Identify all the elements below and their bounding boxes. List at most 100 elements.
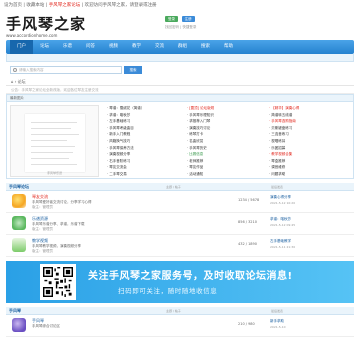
thread-link[interactable]: · 老师推荐 xyxy=(187,158,265,165)
forum-section-header: 手风琴论坛 主题 / 帖子 最后发表 xyxy=(6,183,354,191)
nav-item-help[interactable]: 帮助 xyxy=(217,40,240,54)
nav-item-scores[interactable]: 乐谱 xyxy=(56,40,79,54)
thread-link[interactable]: · 简谱转五线谱 xyxy=(269,112,359,119)
forum-stats: 210 / 980 xyxy=(238,322,255,326)
thread-link[interactable]: · 右手音阶练习 xyxy=(107,158,183,165)
header: 手风琴之家 www.accordionhome.com 登录 注册 找回密码 |… xyxy=(0,12,360,40)
topbar-welcome: | 欢迎访问手风琴之家，请登录或注册 xyxy=(80,3,157,8)
section-col-last: 最后发表 xyxy=(271,309,284,313)
section-col-stats: 主题 / 帖子 xyxy=(166,185,181,189)
forum-section-header-2: 手风琴 主题 / 帖子 最后发表 xyxy=(6,307,354,315)
image-caption: 手风琴乐谱 xyxy=(46,171,62,175)
sheet-music-image xyxy=(25,114,85,172)
thread-link[interactable]: · 贝斯键盘练习 xyxy=(269,125,359,132)
thread-link[interactable]: · 演奏视频分享 xyxy=(107,151,183,158)
hot-panel: 最新图片 手风琴乐谱 · 琴谱：雪绒花（简谱） · 求谱：喀秋莎 · 左手基础练… xyxy=(6,94,354,179)
nav-item-forum[interactable]: 论坛 xyxy=(33,40,56,54)
thread-link[interactable]: · 新手入门教程 xyxy=(107,131,183,138)
thread-link[interactable]: · 教学视频合集 xyxy=(269,151,359,158)
forum-last-time: 2021-5-11 21:30 xyxy=(270,245,296,249)
thread-link[interactable]: · 风箱换气技巧 xyxy=(107,138,183,145)
forum-grass-icon xyxy=(12,238,26,252)
search-button[interactable]: 搜索 xyxy=(124,66,142,74)
thread-link[interactable]: · 手风琴保养方法 xyxy=(107,145,183,152)
forum-row[interactable]: 琴友交流 手风琴爱好者交流讨论，分享学习心得 版主：管理员 1234 / 567… xyxy=(6,191,354,213)
nav-item-exchange[interactable]: 交流 xyxy=(148,40,171,54)
nav-item-portal[interactable]: 门户 xyxy=(10,40,33,54)
forum-stats: 856 / 3210 xyxy=(238,220,257,224)
forum-last-time: 2021-5-12 09:45 xyxy=(270,223,296,227)
thread-link[interactable]: · 调音维修 xyxy=(269,164,359,171)
forum-last-post[interactable]: 左手基础教学 xyxy=(270,239,291,244)
thread-link[interactable]: · 二手琴交易 xyxy=(107,171,183,178)
topbar-forum-link[interactable]: 手风琴之家论坛 xyxy=(49,3,81,8)
thread-link[interactable]: · 三连音练习 xyxy=(269,131,359,138)
forum-moderator[interactable]: 版主：管理员 xyxy=(32,227,53,232)
nav-item-groups[interactable]: 群组 xyxy=(171,40,194,54)
login-button[interactable]: 登录 xyxy=(165,16,178,22)
thread-link[interactable]: · 演奏技巧讨论 xyxy=(187,125,265,132)
wechat-banner[interactable]: 关注手风琴之家服务号，及时收取论坛消息! 扫码即可关注，随时随地收信息 xyxy=(6,261,354,303)
thread-link[interactable]: · 琴友交流会 xyxy=(107,164,183,171)
thread-link[interactable]: · 练琴打卡 xyxy=(187,131,265,138)
thread-link[interactable]: · 比赛信息 xyxy=(187,151,265,158)
thread-link[interactable]: · 乐团招募 xyxy=(269,145,359,152)
section-col-last: 最后发表 xyxy=(271,185,284,189)
thread-link[interactable]: · 【精华】演奏心得 xyxy=(269,105,359,112)
thread-link[interactable]: · 活动通知 xyxy=(187,171,265,178)
forum-moderator[interactable]: 版主：管理员 xyxy=(32,205,53,210)
thread-link[interactable]: · 手风琴考级曲目 xyxy=(107,125,183,132)
top-bar: 设为首页 | 收藏本站 | 手风琴之家论坛 | 欢迎访问手风琴之家，请登录或注册 xyxy=(0,0,360,12)
thread-link[interactable]: · 手风琴乐理知识 xyxy=(187,112,265,119)
featured-image[interactable]: 手风琴乐谱 xyxy=(10,105,99,177)
thread-link[interactable]: · 琴盒推荐 xyxy=(269,158,359,165)
search-input[interactable]: 请输入搜索内容 xyxy=(10,66,122,74)
section-title[interactable]: 手风琴论坛 xyxy=(9,184,29,190)
logo-title: 手风琴之家 xyxy=(6,15,87,33)
forum-moderator[interactable]: 版主：管理员 xyxy=(32,249,53,254)
topbar-links[interactable]: 设为首页 | 收藏本站 | xyxy=(4,3,49,8)
nav-item-qa[interactable]: 问答 xyxy=(79,40,102,54)
hot-header: 最新图片 xyxy=(10,96,24,100)
thread-list-2: · [置顶] 论坛版规 · 手风琴乐理知识 · 求推荐入门琴 · 演奏技巧讨论 … xyxy=(187,105,265,178)
main-nav: 门户 论坛 乐谱 问答 视频 教学 交流 群组 搜索 帮助 xyxy=(6,40,354,54)
thread-link[interactable]: · 左手基础练习 xyxy=(107,118,183,125)
thread-list-1: · 琴谱：雪绒花（简谱） · 求谱：喀秋莎 · 左手基础练习 · 手风琴考级曲目… xyxy=(107,105,183,178)
forum-stats: 432 / 1890 xyxy=(238,242,257,246)
forum-last-post[interactable]: 新手求助 xyxy=(270,319,284,324)
nav-item-video[interactable]: 视频 xyxy=(102,40,125,54)
forum-last-time: 2021-5-12 10:20 xyxy=(270,201,296,205)
thread-link[interactable]: · 求推荐入门琴 xyxy=(187,118,265,125)
thread-link[interactable]: · 琴友作品 xyxy=(187,164,265,171)
forum-last-post[interactable]: 求谱：喀秋莎 xyxy=(270,217,291,222)
thread-link[interactable]: · 问题求助 xyxy=(269,171,359,178)
search-row: 请输入搜索内容 搜索 xyxy=(6,65,354,75)
section-title[interactable]: 手风琴 xyxy=(9,308,21,314)
forum-last-post[interactable]: 演奏心得分享 xyxy=(270,195,291,200)
notice-bar[interactable]: 公告：手风琴之家论坛全新改版，欢迎各位琴友注册交流 xyxy=(6,86,354,94)
banner-subline: 扫码即可关注，随时随地收信息 xyxy=(118,287,218,295)
breadcrumb[interactable]: ⌂ › 论坛 xyxy=(6,78,354,86)
header-links[interactable]: 找回密码 | 快捷登录 xyxy=(165,25,196,30)
sub-nav xyxy=(6,54,354,62)
thread-link[interactable]: · [置顶] 论坛版规 xyxy=(187,105,265,112)
nav-item-search[interactable]: 搜索 xyxy=(194,40,217,54)
forum-row[interactable]: 乐谱资源 手风琴乐谱分享、求谱，乐谱下载 版主：管理员 856 / 3210 求… xyxy=(6,213,354,235)
forum-grape-icon xyxy=(12,318,26,332)
forum-row[interactable]: 教学视频 手风琴教学视频，演奏视频分享 版主：管理员 432 / 1890 左手… xyxy=(6,235,354,257)
thread-link[interactable]: · 琴谱：雪绒花（简谱） xyxy=(107,105,183,112)
search-placeholder: 请输入搜索内容 xyxy=(19,68,44,72)
thread-link[interactable]: · 手风琴选购指南 xyxy=(269,118,359,125)
nav-item-teaching[interactable]: 教学 xyxy=(125,40,148,54)
thread-list-3: · 【精华】演奏心得 · 简谱转五线谱 · 手风琴选购指南 · 贝斯键盘练习 ·… xyxy=(269,105,359,178)
forum-row[interactable]: 手风琴 手风琴综合讨论区 210 / 980 新手求助 2021-5-10 xyxy=(6,315,354,337)
register-button[interactable]: 注册 xyxy=(181,16,195,22)
forum-flower-icon xyxy=(12,194,26,208)
thread-link[interactable]: · 名曲欣赏 xyxy=(187,138,265,145)
thread-link[interactable]: · 求谱：喀秋莎 xyxy=(107,112,183,119)
thread-link[interactable]: · 视唱练耳 xyxy=(269,138,359,145)
banner-headline: 关注手风琴之家服务号，及时收取论坛消息! xyxy=(88,271,293,282)
qr-code-icon xyxy=(40,264,76,300)
thread-link[interactable]: · 手风琴历史 xyxy=(187,145,265,152)
site-logo[interactable]: 手风琴之家 www.accordionhome.com xyxy=(6,13,86,38)
